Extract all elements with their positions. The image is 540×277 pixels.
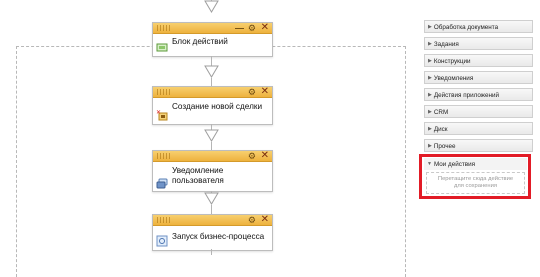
start-process-icon xyxy=(156,234,168,247)
chevron-right-icon: ▶ xyxy=(428,143,432,149)
chevron-right-icon: ▶ xyxy=(428,58,432,64)
block-title: Запуск бизнес-процесса xyxy=(172,232,265,241)
gear-icon[interactable]: ⚙ xyxy=(248,87,256,97)
activity-block[interactable]: ⚙ ✕ Запуск бизнес-процесса xyxy=(152,214,273,251)
panel-group-notifications[interactable]: ▶ Уведомления xyxy=(424,71,533,84)
gear-icon[interactable]: ⚙ xyxy=(248,151,256,161)
panel-group-other[interactable]: ▶ Прочее xyxy=(424,139,533,152)
connector-line xyxy=(211,249,212,255)
panel-group-app-actions[interactable]: ▶ Действия приложений xyxy=(424,88,533,101)
close-icon[interactable]: ✕ xyxy=(261,87,269,97)
panel-group-label: Уведомления xyxy=(433,75,474,82)
drop-zone-text: для сохранения xyxy=(454,183,497,189)
panel-group-label: Обработка документа xyxy=(433,24,499,31)
workflow-canvas: — ⚙ ✕ Блок действий ⚙ ✕ ✕ Создание новой… xyxy=(0,0,420,277)
panel-group-constructions[interactable]: ▶ Конструкции xyxy=(424,54,533,67)
panel-group-label: Задания xyxy=(433,41,459,48)
drag-handle[interactable] xyxy=(157,25,171,31)
connector-line xyxy=(211,205,212,214)
panel-group-tasks[interactable]: ▶ Задания xyxy=(424,37,533,50)
panel-group-label: Мои действия xyxy=(433,161,476,168)
arrow-down-icon xyxy=(204,0,219,15)
activity-block[interactable]: ⚙ ✕ Уведомление пользователя xyxy=(152,150,273,192)
chevron-right-icon: ▶ xyxy=(428,126,432,132)
chevron-right-icon: ▶ xyxy=(428,41,432,47)
minimize-button[interactable]: — xyxy=(235,23,244,33)
panel-group-document-processing[interactable]: ▶ Обработка документа xyxy=(424,20,533,33)
chevron-down-icon: ▼ xyxy=(427,161,432,167)
chevron-right-icon: ▶ xyxy=(428,109,432,115)
gear-icon[interactable]: ⚙ xyxy=(248,23,256,33)
panel-group-label: Диск xyxy=(433,126,448,133)
chevron-right-icon: ▶ xyxy=(428,92,432,98)
block-title: Уведомление пользователя xyxy=(172,166,268,185)
activity-block[interactable]: — ⚙ ✕ Блок действий xyxy=(152,22,273,57)
block-header[interactable]: ⚙ ✕ xyxy=(153,215,272,226)
drag-handle[interactable] xyxy=(157,153,171,159)
block-title-line: Уведомление xyxy=(172,166,224,175)
svg-text:✕: ✕ xyxy=(156,109,161,116)
action-block-icon xyxy=(156,40,168,52)
my-actions-drop-zone[interactable]: Перетащите сюда действие для сохранения xyxy=(426,172,525,194)
drop-zone-text: Перетащите сюда действие xyxy=(437,176,514,182)
activities-panel: ▶ Обработка документа ▶ Задания ▶ Конструкц… xyxy=(424,20,533,156)
panel-group-label: Конструкции xyxy=(433,58,471,65)
block-header[interactable]: — ⚙ ✕ xyxy=(153,23,272,34)
close-icon[interactable]: ✕ xyxy=(261,151,269,161)
chevron-right-icon: ▶ xyxy=(428,24,432,30)
connector-line xyxy=(211,78,212,86)
block-header[interactable]: ⚙ ✕ xyxy=(153,151,272,162)
connector-line xyxy=(211,142,212,150)
drag-handle[interactable] xyxy=(157,217,171,223)
panel-group-my-actions[interactable]: ▼ Мои действия xyxy=(424,158,527,170)
block-title: Блок действий xyxy=(172,37,228,46)
user-notify-icon xyxy=(156,177,168,189)
panel-group-label: CRM xyxy=(433,109,449,116)
block-title: Создание новой сделки xyxy=(172,102,263,111)
panel-group-disk[interactable]: ▶ Диск xyxy=(424,122,533,135)
panel-group-label: Действия приложений xyxy=(433,92,500,99)
new-deal-icon: ✕ xyxy=(156,108,168,121)
chevron-right-icon: ▶ xyxy=(428,75,432,81)
activity-block[interactable]: ⚙ ✕ ✕ Создание новой сделки xyxy=(152,86,273,125)
block-title-line: пользователя xyxy=(172,175,224,185)
gear-icon[interactable]: ⚙ xyxy=(248,215,256,225)
block-header[interactable]: ⚙ ✕ xyxy=(153,87,272,98)
drag-handle[interactable] xyxy=(157,89,171,95)
panel-group-crm[interactable]: ▶ CRM xyxy=(424,105,533,118)
close-icon[interactable]: ✕ xyxy=(261,215,269,225)
panel-group-label: Прочее xyxy=(433,143,456,150)
close-icon[interactable]: ✕ xyxy=(261,23,269,33)
